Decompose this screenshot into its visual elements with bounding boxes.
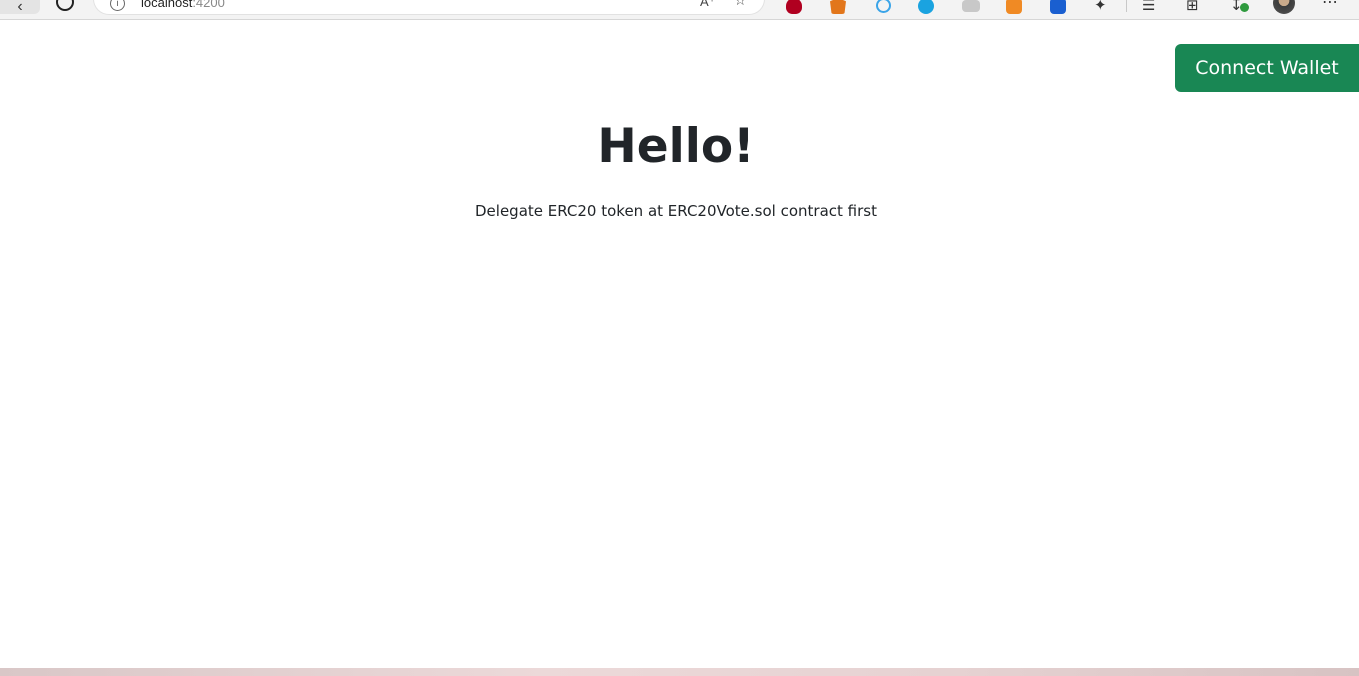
page-subtitle: Delegate ERC20 token at ERC20Vote.sol co… (475, 202, 877, 220)
toolbar-divider (1126, 0, 1127, 12)
url-text[interactable]: localhost:4200 (141, 0, 225, 10)
info-icon[interactable]: i (110, 0, 125, 11)
extension-icon[interactable] (918, 0, 934, 14)
url-port: :4200 (192, 0, 225, 10)
address-bar[interactable]: i localhost:4200 A⁺ ☆ (94, 0, 764, 14)
add-favorite-icon[interactable]: ☆ (734, 0, 747, 9)
puzzle-icon[interactable]: ✦ (1094, 0, 1110, 14)
extension-icon[interactable] (876, 0, 891, 13)
extension-icon[interactable] (1050, 0, 1066, 14)
metamask-fox-icon[interactable] (830, 0, 846, 14)
favorites-icon[interactable]: ☰ (1142, 0, 1155, 14)
read-aloud-icon[interactable]: A⁺ (700, 0, 716, 10)
arrow-left-icon: ‹ (17, 0, 23, 15)
shield-extension-icon[interactable] (786, 0, 802, 14)
extension-icon[interactable] (962, 0, 980, 12)
extension-icon[interactable] (1006, 0, 1022, 14)
avatar[interactable] (1273, 0, 1295, 14)
url-host: localhost (141, 0, 193, 10)
taskbar-edge (0, 668, 1359, 676)
page-title: Hello! (597, 119, 755, 174)
back-button[interactable]: ‹ (0, 0, 40, 15)
connect-wallet-button[interactable]: Connect Wallet (1175, 44, 1359, 92)
collections-icon[interactable]: ⊞ (1186, 0, 1199, 14)
refresh-icon[interactable] (56, 0, 74, 11)
more-options-icon[interactable]: ⋯ (1322, 0, 1339, 12)
download-complete-badge (1240, 3, 1249, 12)
browser-toolbar: ‹ i localhost:4200 A⁺ ☆ ✦ ☰ ⊞ ↧ ⋯ (0, 0, 1359, 20)
